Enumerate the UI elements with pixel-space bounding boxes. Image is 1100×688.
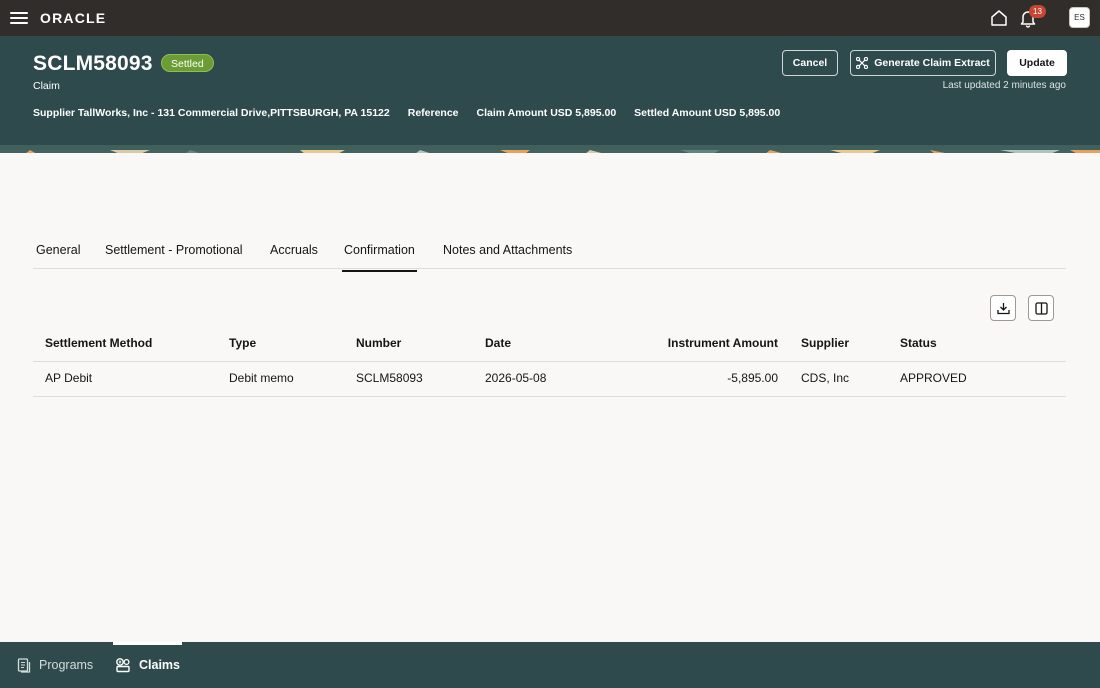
confirmation-table: Settlement Method Type Number Date Instr… — [33, 327, 1066, 397]
generate-claim-extract-label: Generate Claim Extract — [874, 57, 990, 69]
claims-icon — [116, 658, 130, 673]
status-badge: Settled — [161, 54, 214, 72]
table-header: Settlement Method Type Number Date Instr… — [33, 327, 1066, 362]
column-header-supplier[interactable]: Supplier — [801, 327, 849, 362]
column-header-status[interactable]: Status — [900, 327, 937, 362]
page-title: SCLM58093 — [33, 52, 153, 75]
settled-amount-info: Settled Amount USD 5,895.00 — [634, 107, 781, 119]
column-header-type[interactable]: Type — [229, 327, 256, 362]
cell-number: SCLM58093 — [356, 371, 423, 385]
user-avatar[interactable]: ES — [1069, 7, 1090, 28]
home-icon[interactable] — [990, 9, 1008, 27]
nav-programs-label: Programs — [39, 658, 94, 672]
cell-instrument-amount: -5,895.00 — [727, 371, 778, 385]
column-header-number[interactable]: Number — [356, 327, 401, 362]
nav-claims-label: Claims — [139, 658, 180, 672]
column-header-instrument-amount[interactable]: Instrument Amount — [668, 327, 778, 362]
cell-settlement-method: AP Debit — [45, 371, 93, 385]
notification-count-badge: 13 — [1029, 5, 1046, 18]
oracle-logo[interactable]: ORACLE — [40, 10, 106, 26]
extract-icon — [856, 57, 869, 69]
generate-claim-extract-button[interactable]: Generate Claim Extract — [850, 50, 996, 76]
menu-icon[interactable] — [10, 9, 28, 27]
tab-notes-and-attachments[interactable]: Notes and Attachments — [443, 243, 572, 257]
claim-summary: Supplier TallWorks, Inc - 131 Commercial… — [33, 107, 780, 119]
column-header-date[interactable]: Date — [485, 327, 511, 362]
tab-accruals[interactable]: Accruals — [270, 243, 318, 257]
bottom-navigation: Programs Claims — [0, 642, 1100, 688]
claim-amount-info: Claim Amount USD 5,895.00 — [476, 107, 617, 119]
tab-bar: General Settlement - Promotional Accrual… — [33, 232, 1066, 272]
header-decorative-pattern — [0, 145, 1100, 153]
reference-info: Reference — [407, 107, 459, 119]
columns-button[interactable] — [1028, 295, 1054, 321]
nav-programs[interactable]: Programs — [17, 642, 93, 688]
tab-settlement-promotional[interactable]: Settlement - Promotional — [105, 243, 243, 257]
columns-icon — [1034, 301, 1048, 315]
global-header: ORACLE 13 ES — [0, 0, 1100, 36]
cell-type: Debit memo — [229, 371, 294, 385]
cell-date: 2026-05-08 — [485, 371, 547, 385]
nav-claims[interactable]: Claims — [113, 642, 182, 688]
table-row[interactable]: AP Debit Debit memo SCLM58093 2026-05-08… — [33, 362, 1066, 397]
supplier-info: Supplier TallWorks, Inc - 131 Commercial… — [33, 107, 390, 119]
programs-icon — [17, 657, 31, 673]
cell-status: APPROVED — [900, 371, 967, 385]
tab-general[interactable]: General — [36, 243, 80, 257]
download-button[interactable] — [990, 295, 1016, 321]
last-updated-text: Last updated 2 minutes ago — [942, 80, 1066, 91]
update-button[interactable]: Update — [1007, 50, 1067, 76]
column-header-settlement-method[interactable]: Settlement Method — [45, 327, 152, 362]
download-icon — [996, 302, 1010, 314]
cancel-button[interactable]: Cancel — [782, 50, 838, 76]
cell-supplier: CDS, Inc — [801, 371, 850, 385]
page-subtitle: Claim — [33, 80, 60, 92]
tab-confirmation[interactable]: Confirmation — [342, 243, 417, 272]
